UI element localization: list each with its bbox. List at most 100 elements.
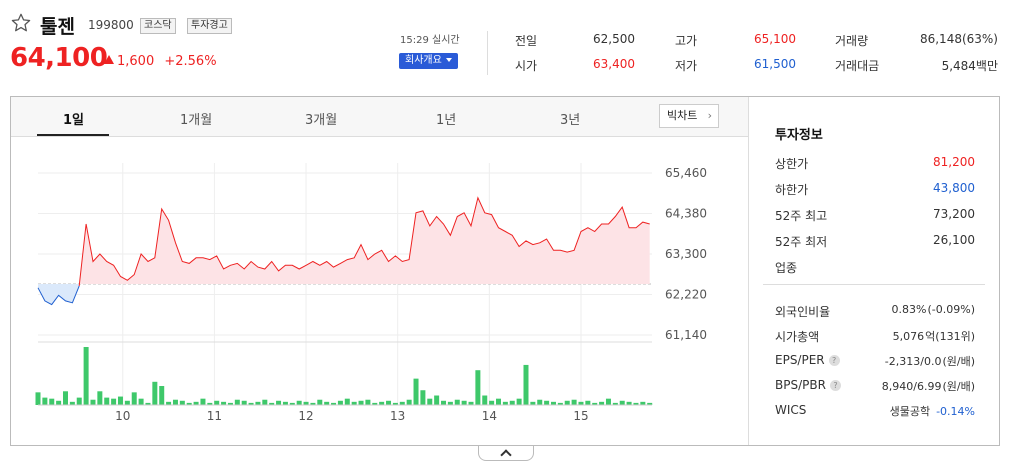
tab-3year[interactable]: 3년 — [560, 109, 580, 128]
big-chart-label: 빅차트 — [667, 109, 698, 122]
info-label-text: WICS — [775, 403, 807, 417]
volume-bar — [358, 400, 364, 405]
volume-bar — [523, 364, 529, 405]
info-value: -2,313/0.0(원/배) — [885, 353, 975, 369]
volume-bar — [276, 400, 282, 405]
tab-1month[interactable]: 1개월 — [180, 109, 212, 128]
price-tick-label: 64,380 — [665, 207, 707, 221]
stat-value-volume: 86,148(63%) — [919, 32, 998, 46]
stat-label-open: 시가 — [515, 59, 538, 73]
info-value-sub: 억(131위) — [925, 330, 975, 343]
stat-value-prev-close: 62,500 — [593, 32, 635, 46]
info-value: 5,076억(131위) — [893, 328, 975, 344]
company-overview-button[interactable]: 회사개요 — [399, 53, 458, 69]
volume-bar — [461, 400, 467, 405]
volume-bar — [365, 399, 371, 405]
volume-bar — [482, 395, 488, 405]
volume-bar — [317, 399, 323, 405]
price-tick-label: 62,220 — [665, 288, 707, 302]
volume-bar — [296, 400, 302, 405]
x-tick-label: 10 — [115, 409, 130, 423]
volume-bar — [420, 390, 426, 405]
up-triangle-icon — [104, 55, 114, 64]
volume-bar — [62, 391, 68, 405]
volume-bar — [138, 398, 144, 405]
volume-bar — [35, 392, 41, 405]
info-value: 43,800 — [933, 181, 975, 195]
volume-bar — [516, 398, 522, 405]
collapse-toggle[interactable] — [478, 446, 534, 461]
info-title: 투자정보 — [775, 128, 823, 143]
volume-bar — [179, 400, 185, 405]
volume-bar — [441, 400, 447, 405]
volume-bar — [544, 400, 550, 405]
volume-bar — [571, 399, 577, 405]
realtime-label: 15:29 실시간 — [400, 35, 460, 46]
volume-bar — [104, 397, 110, 405]
volume-bar — [489, 400, 495, 405]
info-label: 52주 최저 — [775, 235, 828, 249]
volume-bar — [111, 398, 117, 405]
favorite-star-icon[interactable] — [10, 12, 32, 34]
stat-label-prev-close: 전일 — [515, 34, 538, 48]
stat-value-high: 65,100 — [754, 32, 796, 46]
company-overview-label: 회사개요 — [405, 55, 442, 66]
info-label-text: EPS/PER — [775, 353, 825, 367]
help-icon[interactable]: ? — [829, 380, 841, 391]
volume-bar — [337, 400, 343, 405]
info-value: 73,200 — [933, 207, 975, 221]
stat-label-trade-value: 거래대금 — [835, 59, 880, 73]
x-tick-label: 14 — [482, 409, 497, 423]
info-value-main: 5,076 — [892, 330, 925, 343]
stat-label-volume: 거래량 — [835, 34, 869, 48]
caret-down-icon — [445, 58, 452, 62]
price-tick-label: 63,300 — [665, 247, 707, 261]
volume-bar — [344, 398, 350, 405]
info-row-upper-limit: 상한가 81,200 — [775, 155, 975, 173]
stat-value-low: 61,500 — [754, 57, 796, 71]
info-row-eps-per: EPS/PER? -2,313/0.0(원/배) — [775, 353, 975, 371]
tab-3month[interactable]: 3개월 — [305, 109, 337, 128]
big-chart-button[interactable]: 빅차트 › — [659, 104, 719, 128]
volume-bar — [509, 400, 515, 405]
volume-bar — [262, 399, 268, 405]
help-icon[interactable]: ? — [828, 355, 840, 366]
volume-bar — [42, 397, 48, 405]
info-value-main: -2,313/0.0 — [884, 355, 942, 368]
volume-bar — [124, 400, 130, 405]
tab-1year[interactable]: 1년 — [436, 109, 456, 128]
stat-label-low: 저가 — [675, 59, 698, 73]
stock-header: 툴젠 199800 코스닥 투자경고 64,100 1,600 +2.56% 1… — [0, 0, 1013, 90]
volume-bar — [152, 381, 158, 405]
volume-bar — [214, 400, 220, 405]
investment-info: 투자정보 상한가 81,200 하한가 43,800 52주 최고 73,200 52주 최… — [749, 97, 999, 445]
volume-bar — [537, 399, 543, 405]
current-price: 64,100 — [10, 43, 108, 73]
warning-badge[interactable]: 투자경고 — [187, 18, 232, 34]
volume-bar — [76, 397, 82, 405]
volume-bar — [413, 378, 419, 405]
tab-1day[interactable]: 1일 — [63, 109, 84, 128]
volume-bar — [564, 400, 570, 405]
info-label: 외국인비율 — [775, 303, 830, 320]
price-chart[interactable]: 65,460 64,380 63,300 62,220 61,140 10 11 12 13 14… — [11, 137, 748, 445]
stat-label-high: 고가 — [675, 34, 698, 48]
info-label: BPS/PBR? — [775, 378, 841, 392]
volume-bar — [605, 398, 611, 405]
info-value: 생물공학 -0.14% — [890, 403, 975, 419]
info-label: 상한가 — [775, 157, 809, 171]
info-row-wics: WICS 생물공학 -0.14% — [775, 403, 975, 421]
volume-bar — [434, 395, 440, 405]
volume-bar — [234, 399, 240, 405]
x-tick-label: 15 — [573, 409, 588, 423]
info-value: 26,100 — [933, 233, 975, 247]
info-label-text: 외국인비율 — [775, 305, 831, 319]
header-divider — [487, 31, 488, 75]
volume-bar — [454, 399, 460, 405]
info-value-main: 8,940/6.99 — [881, 380, 942, 393]
volume-bar — [200, 398, 206, 405]
price-tick-label: 65,460 — [665, 166, 707, 180]
price-area-up — [79, 197, 650, 286]
price-tick-label: 61,140 — [665, 328, 707, 342]
info-label-text: 시가총액 — [775, 330, 820, 344]
